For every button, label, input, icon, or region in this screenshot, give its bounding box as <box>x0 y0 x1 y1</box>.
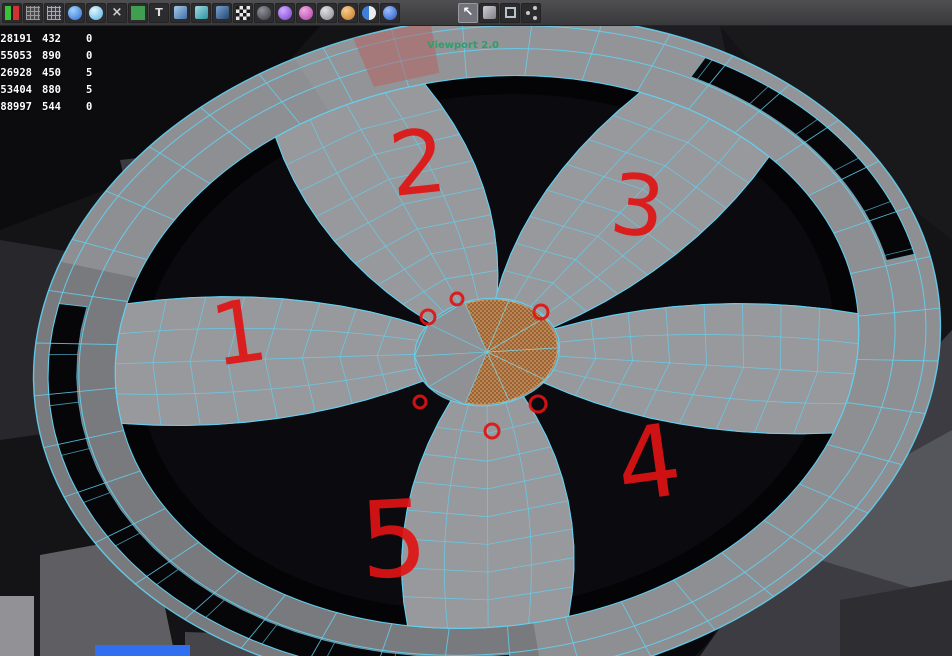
node-editor-icon-glyph <box>525 10 530 15</box>
blue-bar <box>95 645 190 656</box>
polycount-row: 26928 450 5 <box>0 64 92 81</box>
grid-icon-glyph <box>26 5 40 20</box>
viewport-version-label: Viewport 2.0 <box>427 40 499 51</box>
select-tool-icon[interactable]: ↖ <box>458 2 478 23</box>
toon-shader-icon-glyph <box>362 5 376 20</box>
polycount-value: 53404 <box>0 83 32 96</box>
sphere-projection-icon[interactable] <box>65 2 85 23</box>
polycount-value: 5 <box>86 83 93 96</box>
shaderball-magenta-icon[interactable] <box>296 2 316 23</box>
sphere-projection-icon-glyph <box>68 5 82 20</box>
ocean-shader-icon-glyph <box>89 5 103 20</box>
ocean-shader-icon[interactable] <box>86 2 106 23</box>
cube-gray-icon[interactable] <box>479 2 499 23</box>
green-swatch-icon-glyph <box>131 5 145 20</box>
shaderball-dark-icon[interactable] <box>254 2 274 23</box>
polycount-value: 880 <box>42 83 61 96</box>
shaderball-gray-icon[interactable] <box>317 2 337 23</box>
cube-teal-icon[interactable] <box>191 2 211 23</box>
delete-uv-icon-glyph: × <box>111 5 123 20</box>
polycount-value: 432 <box>42 32 61 45</box>
polycount-value: 26928 <box>0 66 32 79</box>
fluid-shader-icon[interactable] <box>380 2 400 23</box>
cube-teal-icon-glyph <box>194 6 208 19</box>
polycount-value: 88997 <box>0 100 32 113</box>
polycount-value: 544 <box>42 100 61 113</box>
grid-icon[interactable] <box>23 2 43 23</box>
polycount-value: 450 <box>42 66 61 79</box>
shaderball-magenta-icon-glyph <box>299 5 313 20</box>
polycount-value: 890 <box>42 49 61 62</box>
annotation-number: 2 <box>384 109 450 217</box>
fluid-shader-icon-glyph <box>383 5 397 20</box>
type-tool-icon[interactable]: T <box>149 2 169 23</box>
polycount-value: 0 <box>86 32 93 45</box>
uv-snapshot-icon[interactable] <box>2 2 22 23</box>
shelf-toolbar: × T ↖ <box>0 0 952 26</box>
texture-grid-icon-glyph <box>47 5 61 20</box>
shaderball-purple-icon-glyph <box>278 5 292 20</box>
node-editor-icon[interactable] <box>521 2 541 23</box>
polycount-hud: 28191 432 0 55053 890 0 26928 450 5 53404 880 5 8899… <box>0 30 92 115</box>
background-shape <box>0 596 34 656</box>
toon-shader-icon[interactable] <box>359 2 379 23</box>
polycount-value: 0 <box>86 100 93 113</box>
cube-blue-icon[interactable] <box>170 2 190 23</box>
cube-blue-icon-glyph <box>173 6 187 19</box>
bounding-box-icon[interactable] <box>500 2 520 23</box>
shaderball-gray-icon-glyph <box>320 5 334 20</box>
cube-navy-icon[interactable] <box>212 2 232 23</box>
type-tool-icon-glyph: T <box>155 6 163 19</box>
checker-flag-icon[interactable] <box>233 2 253 23</box>
polycount-row: 88997 544 0 <box>0 98 92 115</box>
texture-grid-icon[interactable] <box>44 2 64 23</box>
polycount-row: 55053 890 0 <box>0 47 92 64</box>
shaderball-orange-icon[interactable] <box>338 2 358 23</box>
bounding-box-icon-glyph <box>504 7 516 18</box>
shaderball-dark-icon-glyph <box>257 5 271 20</box>
annotation-number: 5 <box>357 477 431 603</box>
annotation-number: 3 <box>606 154 669 257</box>
polycount-value: 0 <box>86 49 93 62</box>
uv-snapshot-icon-glyph <box>5 5 19 20</box>
checker-flag-icon-glyph <box>236 5 250 20</box>
polycount-value: 5 <box>86 66 93 79</box>
delete-uv-icon[interactable]: × <box>107 2 127 23</box>
polycount-row: 53404 880 5 <box>0 81 92 98</box>
cube-navy-icon-glyph <box>215 6 229 19</box>
viewport-canvas[interactable]: 2 3145 <box>0 0 952 656</box>
polycount-value: 55053 <box>0 49 32 62</box>
maya-viewport-window: 23145 × T ↖ 28191 432 0 55053 890 0 26928 450 5 534… <box>0 0 952 656</box>
select-tool-icon-glyph: ↖ <box>462 5 474 20</box>
green-swatch-icon[interactable] <box>128 2 148 23</box>
polycount-value: 28191 <box>0 32 32 45</box>
shaderball-orange-icon-glyph <box>341 5 355 20</box>
cube-gray-icon-glyph <box>482 6 496 19</box>
shaderball-purple-icon[interactable] <box>275 2 295 23</box>
polycount-row: 28191 432 0 <box>0 30 92 47</box>
